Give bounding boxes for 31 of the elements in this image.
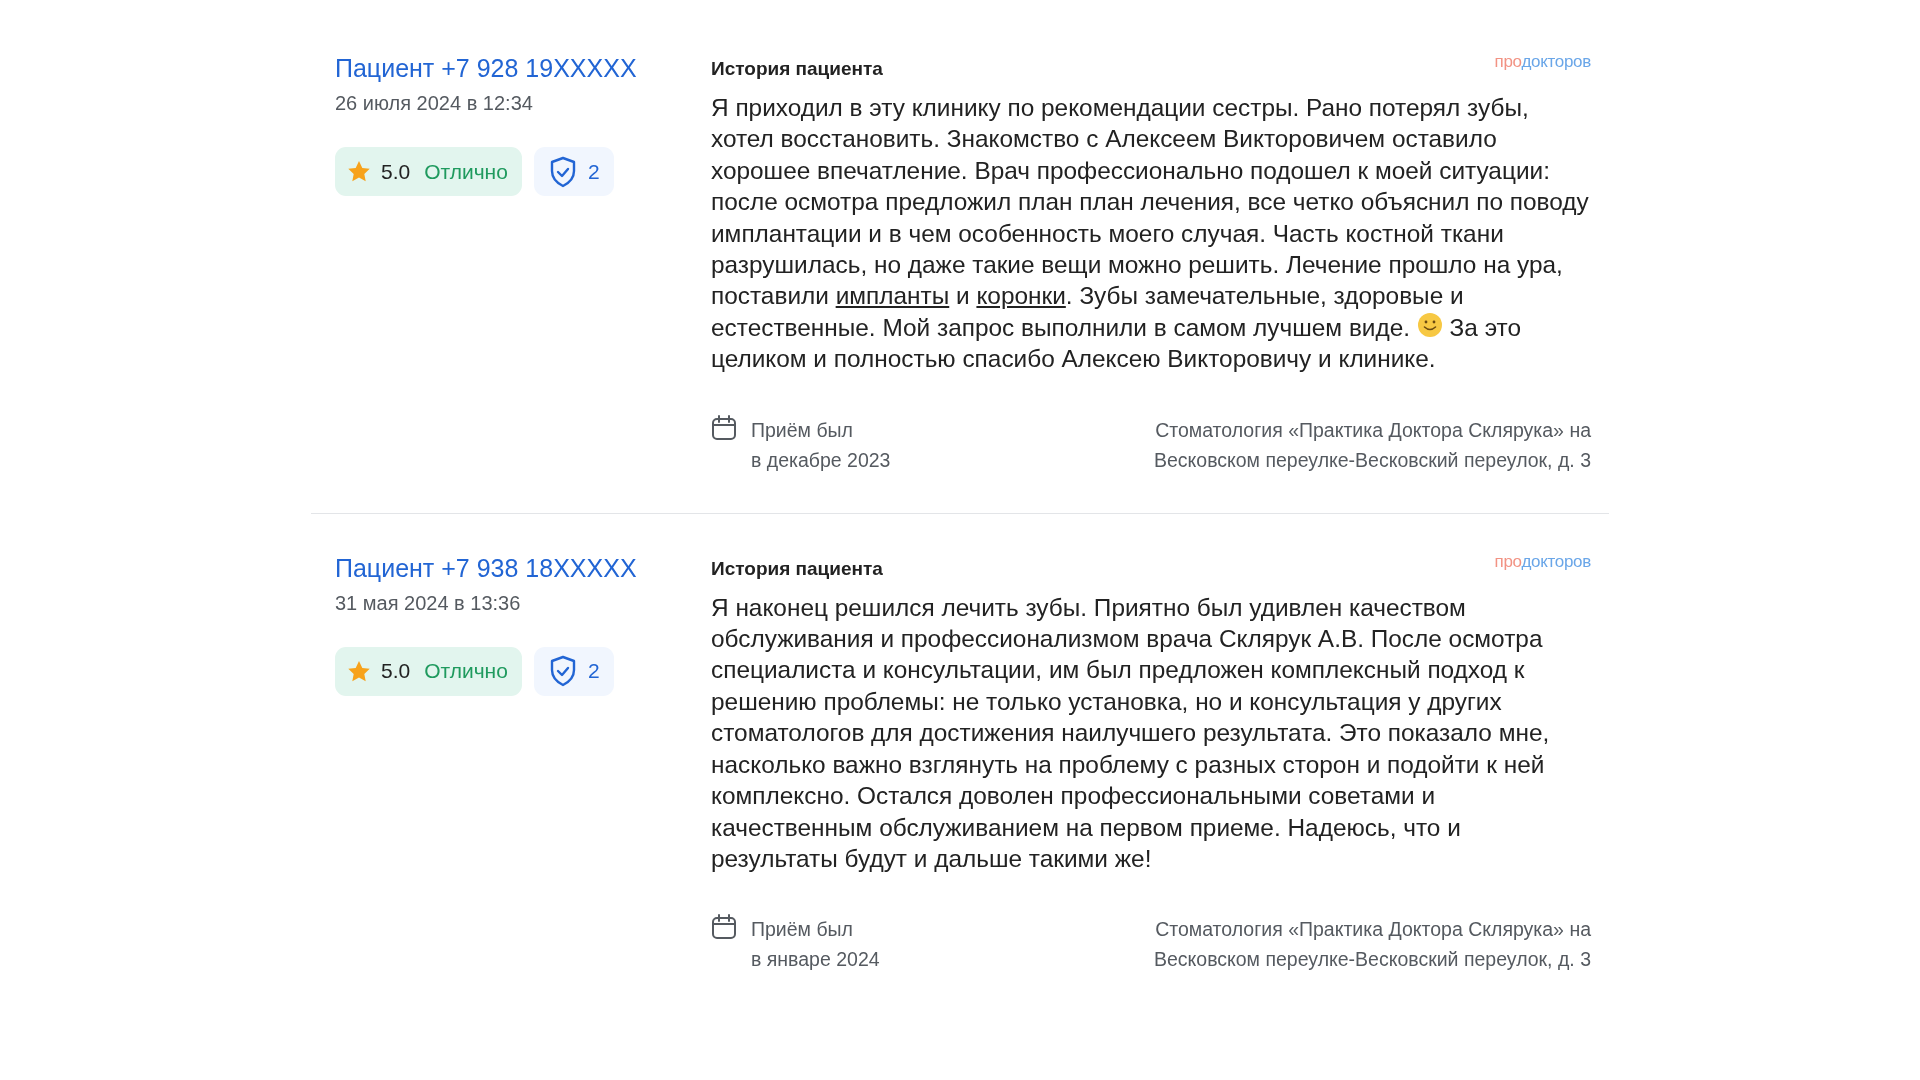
text-link[interactable]: импланты (835, 282, 950, 310)
visit-date: в январе 2024 (751, 947, 880, 973)
visit-date: Приём был (751, 917, 853, 943)
section-heading: История пациента (711, 557, 883, 580)
author-link[interactable]: Пациент +7 938 18XXXXX (335, 551, 637, 584)
star-icon (347, 160, 371, 183)
clinic-address: Стоматология «Практика Доктора Склярука» на (1155, 417, 1591, 443)
verified-count: 2 (587, 159, 600, 184)
calendar-icon (711, 414, 737, 441)
visit-date: Приём был (751, 417, 853, 443)
review-date: 26 июля 2024 в 12:34 (335, 92, 533, 115)
star-icon (347, 659, 371, 683)
review-text: Я наконец решился лечить зубы. Приятно был удивлен качеством обслуживания и профессионализмом врача Склярук А.В. После осмотра специалиста и консультации, им был предложен комплексный подход к решению проблемы: не только установка, но и консультация у других стоматологов для достижения наилучшего результата. Это показало мне, насколько важно взглянуть на проблему с разных сторон и подойти к ней комплексно. Остался доволен профессиональными советами и качественным обслуживанием на первом приеме. Надеюсь, что и результаты будут и дальше такими же! (711, 592, 1551, 874)
author-link[interactable]: Пациент +7 928 19XXXXX (335, 52, 637, 84)
rating-label: Отлично (424, 659, 508, 684)
review-text: Я приходил в эту клинику по рекомендации сестры. Рано потерял зубы, хотел восстановить. Знакомство с Алексеем Викторовичем оставило хорошее впечатление. Врач профессионально подошел к моей ситуации: после осмотра предложил план план лечения, все четко объяснил по поводу имплантации и в чем особенность моего случая. Часть костной ткани разрушилась, но даже такие вещи можно решить. Лечение прошло на ура, поставили импланты и коронки. Зубы замечательные, здоровые и естественные. Мой запрос выполнили в самом лучшем виде. За это целиком и полностью спасибо Алексею Викторовичу и клинике. (711, 93, 1590, 375)
text-link[interactable]: коронки (976, 282, 1066, 310)
rating-score: 5.0 (381, 659, 411, 684)
clinic-address: Весковском переулке-Весковский переулок, д. 3 (1153, 947, 1591, 973)
rating-label: Отлично (424, 159, 508, 184)
brand-logo: продокторов (1494, 551, 1591, 572)
brand-logo: продокторов (1494, 52, 1591, 72)
clinic-address: Стоматология «Практика Доктора Склярука» на (1155, 917, 1591, 943)
review-date: 31 мая 2024 в 13:36 (335, 591, 521, 615)
visit-date: в декабре 2023 (751, 447, 891, 473)
rating-score: 5.0 (381, 159, 411, 184)
section-heading: История пациента (711, 58, 883, 80)
verified-count: 2 (587, 659, 600, 684)
smiley-icon (1416, 311, 1443, 338)
clinic-address: Весковском переулке-Весковский переулок, д. 3 (1153, 447, 1591, 473)
calendar-icon (711, 914, 737, 941)
